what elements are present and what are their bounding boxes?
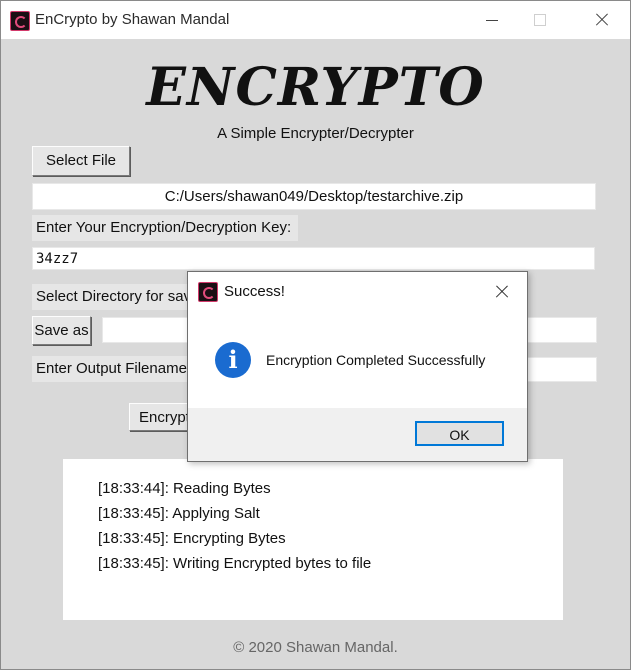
window-title: EnCrypto by Shawan Mandal xyxy=(35,11,230,28)
output-filename-label: Enter Output Filename xyxy=(32,356,194,382)
close-icon xyxy=(578,1,624,39)
save-as-button[interactable]: Save as xyxy=(32,316,91,345)
minimize-button[interactable] xyxy=(469,1,515,39)
footer-copyright: © 2020 Shawan Mandal. xyxy=(233,639,398,656)
info-icon: i xyxy=(215,342,251,378)
maximize-icon xyxy=(534,14,546,26)
log-line: [18:33:45]: Encrypting Bytes xyxy=(98,530,286,547)
log-line: [18:33:45]: Applying Salt xyxy=(98,505,260,522)
key-label: Enter Your Encryption/Decryption Key: xyxy=(32,215,298,241)
close-button[interactable] xyxy=(578,1,624,39)
app-logo-icon xyxy=(10,11,30,31)
maximize-button[interactable] xyxy=(517,1,563,39)
log-line: [18:33:44]: Reading Bytes xyxy=(98,480,271,497)
dialog-app-icon xyxy=(198,282,218,302)
minimize-icon xyxy=(486,20,498,21)
dialog-title: Success! xyxy=(224,283,285,300)
app-subtitle: A Simple Encrypter/Decrypter xyxy=(217,125,414,142)
app-logo-text: ENCRYPTO xyxy=(146,57,485,118)
select-file-button[interactable]: Select File xyxy=(32,146,130,176)
dialog-close-button[interactable] xyxy=(488,278,516,306)
title-bar: EnCrypto by Shawan Mandal xyxy=(1,1,630,39)
directory-label: Select Directory for sav xyxy=(32,284,194,310)
file-path-display: C:/Users/shawan049/Desktop/testarchive.z… xyxy=(32,183,596,210)
log-line: [18:33:45]: Writing Encrypted bytes to f… xyxy=(98,555,372,572)
success-dialog: Success! i Encryption Completed Successf… xyxy=(187,271,528,462)
ok-button[interactable]: OK xyxy=(415,421,504,446)
key-input[interactable]: 34zz7 xyxy=(32,247,595,270)
dialog-message: Encryption Completed Successfully xyxy=(266,352,486,368)
log-panel: [18:33:44]: Reading Bytes [18:33:45]: Ap… xyxy=(63,459,563,620)
output-filename-field[interactable] xyxy=(521,357,597,382)
main-window: EnCrypto by Shawan Mandal ENCRYPTO A Sim… xyxy=(0,0,631,670)
